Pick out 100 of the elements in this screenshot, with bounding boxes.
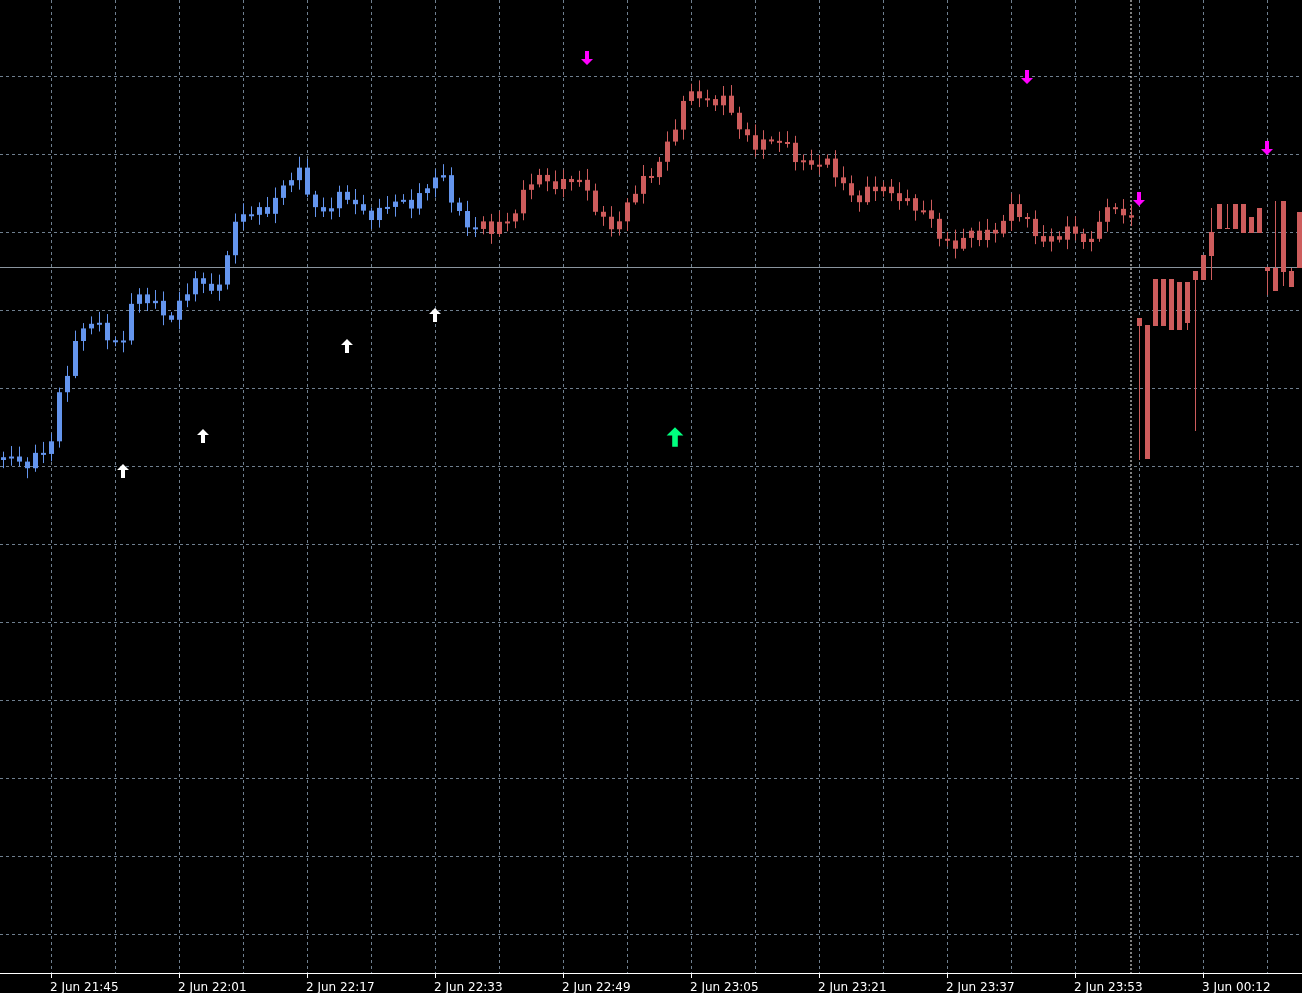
- candle: [361, 194, 366, 215]
- candle: [617, 211, 622, 237]
- candle: [489, 213, 494, 245]
- candle: [713, 94, 718, 112]
- candle: [193, 270, 198, 302]
- candle: [273, 187, 278, 224]
- time-label: 2 Jun 22:49: [562, 980, 631, 993]
- candle: [561, 169, 566, 198]
- candle: [1001, 214, 1006, 238]
- candle: [673, 118, 678, 147]
- candle: [153, 289, 158, 310]
- candle: [961, 228, 966, 252]
- candle: [1073, 215, 1078, 241]
- candle: [553, 169, 558, 195]
- candle: [865, 176, 870, 206]
- candle: [1105, 198, 1110, 233]
- candle: [209, 272, 214, 295]
- candle: [1257, 207, 1262, 234]
- candle: [793, 135, 798, 171]
- candle: [321, 197, 326, 218]
- candle: [929, 199, 934, 229]
- candle: [1169, 278, 1174, 331]
- candle: [385, 195, 390, 215]
- candle: [265, 196, 270, 218]
- time-label: 2 Jun 23:37: [946, 980, 1015, 993]
- candle: [545, 167, 550, 192]
- candle: [1241, 203, 1246, 234]
- candle: [721, 85, 726, 116]
- candle: [49, 432, 54, 462]
- candle: [889, 178, 894, 202]
- time-label: 2 Jun 23:53: [1074, 980, 1143, 993]
- candle: [409, 188, 414, 219]
- time-label: 2 Jun 22:33: [434, 980, 503, 993]
- candle: [681, 95, 686, 141]
- candle: [73, 330, 78, 379]
- candle: [425, 183, 430, 201]
- candle: [633, 185, 638, 206]
- candle: [161, 290, 166, 326]
- candle: [1185, 281, 1190, 331]
- candle: [417, 182, 422, 216]
- time-label: 2 Jun 22:01: [178, 980, 247, 993]
- candle: [89, 315, 94, 335]
- candle: [1177, 281, 1182, 331]
- candle: [585, 168, 590, 202]
- candle: [1097, 210, 1102, 243]
- candle: [441, 163, 446, 182]
- time-label: 2 Jun 22:17: [306, 980, 375, 993]
- candle: [297, 156, 302, 191]
- candle: [377, 198, 382, 229]
- candle: [513, 209, 518, 229]
- candle: [985, 218, 990, 248]
- candle: [913, 193, 918, 222]
- candle: [1049, 227, 1054, 252]
- candle: [577, 170, 582, 188]
- candle: [257, 201, 262, 226]
- candle: [953, 229, 958, 259]
- candle: [937, 212, 942, 247]
- candle: [305, 158, 310, 198]
- candle: [1161, 278, 1166, 327]
- candle: [449, 166, 454, 214]
- candle: [233, 213, 238, 265]
- candle: [993, 222, 998, 244]
- candle: [521, 179, 526, 221]
- candle: [1265, 266, 1270, 296]
- candle: [145, 287, 150, 312]
- candle: [609, 205, 614, 238]
- time-label: 2 Jun 23:21: [818, 980, 887, 993]
- candle: [401, 193, 406, 205]
- candle: [481, 215, 486, 235]
- candle: [785, 130, 790, 149]
- candle: [369, 206, 374, 230]
- candle: [849, 174, 854, 203]
- candle: [705, 89, 710, 108]
- candle: [121, 330, 126, 353]
- candle: [769, 135, 774, 145]
- candle: [225, 250, 230, 290]
- candle: [497, 210, 502, 238]
- candle: [649, 167, 654, 184]
- candle: [185, 282, 190, 308]
- candle: [1113, 202, 1118, 215]
- candle: [1225, 203, 1230, 230]
- candle: [1289, 267, 1294, 288]
- time-label: 2 Jun 21:45: [50, 980, 119, 993]
- candle: [393, 194, 398, 218]
- candle: [801, 153, 806, 171]
- candle: [593, 183, 598, 216]
- candle: [841, 165, 846, 191]
- candle: [465, 200, 470, 237]
- candle: [881, 181, 886, 198]
- candle: [569, 175, 574, 192]
- candle: [17, 446, 22, 467]
- candle: [1081, 228, 1086, 250]
- candle: [313, 190, 318, 218]
- candle: [1121, 198, 1126, 225]
- candle: [809, 149, 814, 171]
- candle: [137, 287, 142, 314]
- candle: [761, 129, 766, 160]
- candle: [601, 205, 606, 227]
- candle: [1, 451, 6, 469]
- candle: [433, 168, 438, 198]
